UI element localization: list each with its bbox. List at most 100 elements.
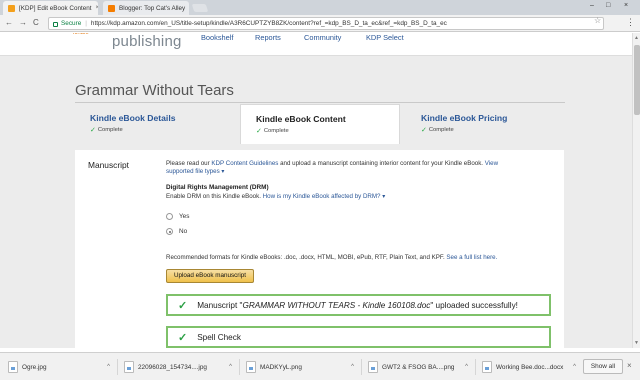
nav-bookshelf[interactable]: Bookshelf xyxy=(201,33,233,42)
forward-icon[interactable]: → xyxy=(19,18,27,27)
secure-label: Secure xyxy=(61,20,82,27)
kindle-logo-text: kindle xyxy=(73,33,89,36)
browser-tab-strip: [KDP] Edit eBook Content × Blogger: Top … xyxy=(0,0,640,15)
image-file-icon xyxy=(8,361,18,373)
new-tab-button[interactable] xyxy=(191,4,209,12)
download-filename: Ogre.jpg xyxy=(22,363,47,371)
minimize-window-icon[interactable]: – xyxy=(590,2,594,9)
scroll-up-icon[interactable]: ▲ xyxy=(634,35,639,41)
success-check-icon: ✓ xyxy=(178,299,188,312)
scrollbar-thumb[interactable] xyxy=(634,45,640,115)
close-tab-icon[interactable]: × xyxy=(95,5,98,11)
step-title: Kindle eBook Pricing xyxy=(421,113,508,123)
image-file-icon xyxy=(246,361,256,373)
step-status-text: Complete xyxy=(263,128,289,134)
content-guidelines-link[interactable]: KDP Content Guidelines xyxy=(211,160,278,167)
step-title: Kindle eBook Content xyxy=(256,114,346,124)
download-options-icon[interactable]: ^ xyxy=(465,364,468,370)
download-options-icon[interactable]: ^ xyxy=(229,364,232,370)
lock-icon xyxy=(53,22,58,27)
download-item[interactable]: 22096028_154734....jpg ^ xyxy=(124,359,236,375)
radio-button-selected[interactable] xyxy=(166,228,173,235)
upload-manuscript-button[interactable]: Upload eBook manuscript xyxy=(166,269,254,283)
page-title: Grammar Without Tears xyxy=(75,82,234,99)
success-filename: GRAMMAR WITHOUT TEARS - Kindle 160108.do… xyxy=(242,300,431,310)
drm-title: Digital Rights Management (DRM) xyxy=(166,184,269,191)
radio-button[interactable] xyxy=(166,213,173,220)
show-all-downloads-button[interactable]: Show all xyxy=(583,359,623,374)
spell-check-label: Spell Check xyxy=(197,332,241,342)
close-window-icon[interactable]: × xyxy=(624,2,628,9)
drm-text: Enable DRM on this Kindle eBook. xyxy=(166,193,263,200)
step-title: Kindle eBook Details xyxy=(90,113,176,123)
intro-text: and upload a manuscript containing inter… xyxy=(278,160,485,167)
step-ebook-pricing[interactable]: Kindle eBook Pricing ✓ Complete xyxy=(406,104,566,144)
full-format-list-link[interactable]: See a full list here. xyxy=(446,254,497,261)
manuscript-intro: Please read our KDP Content Guidelines a… xyxy=(166,160,526,176)
address-bar[interactable]: Secure | https://kdp.amazon.com/en_US/ti… xyxy=(48,17,604,30)
maximize-window-icon[interactable]: □ xyxy=(606,2,610,9)
success-text-post: " uploaded successfully! xyxy=(430,300,518,310)
check-icon: ✓ xyxy=(90,127,96,134)
download-item[interactable]: Ogre.jpg ^ xyxy=(8,359,114,375)
radio-label: Yes xyxy=(179,213,190,220)
browser-toolbar: ← → C Secure | https://kdp.amazon.com/en… xyxy=(0,15,640,32)
close-downloads-bar-icon[interactable]: × xyxy=(627,361,632,370)
radio-label: No xyxy=(179,228,188,235)
drm-description: Enable DRM on this Kindle eBook. How is … xyxy=(166,193,526,201)
back-icon[interactable]: ← xyxy=(5,18,13,27)
formats-text: Recommended formats for Kindle eBooks: .… xyxy=(166,254,447,261)
download-options-icon[interactable]: ^ xyxy=(107,364,110,370)
download-separator xyxy=(239,359,240,375)
manuscript-section-title: Manuscript xyxy=(88,160,129,170)
step-status-text: Complete xyxy=(97,127,123,133)
blogger-favicon-icon xyxy=(108,4,115,12)
recommended-formats: Recommended formats for Kindle eBooks: .… xyxy=(166,254,556,262)
kdp-header: kindle publishing Bookshelf Reports Comm… xyxy=(0,33,632,56)
download-options-icon[interactable]: ^ xyxy=(351,364,354,370)
step-status: ✓ Complete xyxy=(256,127,399,135)
image-file-icon xyxy=(368,361,378,373)
success-text-pre: Manuscript " xyxy=(197,300,243,310)
drm-option-no[interactable]: No xyxy=(166,228,187,235)
download-separator xyxy=(361,359,362,375)
tab-label: Blogger: Top Cat's Alley xyxy=(119,4,186,12)
check-icon: ✓ xyxy=(421,127,427,134)
reload-icon[interactable]: C xyxy=(33,18,39,27)
step-status: ✓ Complete xyxy=(90,126,237,134)
download-item[interactable]: Working Bee.doc...docx ^ xyxy=(482,359,578,375)
page-scrollbar[interactable]: ▲ ▼ xyxy=(632,33,640,348)
browser-menu-icon[interactable]: ⋮ xyxy=(626,17,635,28)
publishing-logo-text[interactable]: publishing xyxy=(112,33,182,50)
download-filename: MADKYyL.png xyxy=(260,363,302,371)
drm-info-link[interactable]: How is my Kindle eBook affected by DRM? … xyxy=(263,193,386,200)
tab-blogger[interactable]: Blogger: Top Cat's Alley × xyxy=(103,1,189,15)
download-item[interactable]: GWT2 & FSOG BA....png ^ xyxy=(368,359,472,375)
download-filename: GWT2 & FSOG BA....png xyxy=(382,363,455,371)
step-status: ✓ Complete xyxy=(421,126,566,134)
download-options-icon[interactable]: ^ xyxy=(573,364,576,370)
document-file-icon xyxy=(482,361,492,373)
nav-community[interactable]: Community xyxy=(304,33,341,42)
main-area: Grammar Without Tears Kindle eBook Detai… xyxy=(0,56,632,348)
url-text: https://kdp.amazon.com/en_US/title-setup… xyxy=(90,20,447,27)
step-ebook-details[interactable]: Kindle eBook Details ✓ Complete xyxy=(75,104,237,144)
scroll-down-icon[interactable]: ▼ xyxy=(634,340,639,346)
spell-check-panel[interactable]: ✓ Spell Check xyxy=(166,326,551,348)
intro-text: Please read our xyxy=(166,160,212,167)
nav-kdp-select[interactable]: KDP Select xyxy=(366,33,404,42)
amazon-favicon-icon xyxy=(8,4,15,12)
title-divider xyxy=(75,102,565,103)
nav-reports[interactable]: Reports xyxy=(255,33,281,42)
tab-kdp-edit-ebook[interactable]: [KDP] Edit eBook Content × xyxy=(3,1,98,15)
download-item[interactable]: MADKYyL.png ^ xyxy=(246,359,358,375)
bookmark-star-icon[interactable]: ☆ xyxy=(594,16,601,25)
drm-option-yes[interactable]: Yes xyxy=(166,213,189,220)
download-filename: Working Bee.doc...docx xyxy=(496,363,564,371)
url-separator: | xyxy=(85,20,87,27)
tab-label: [KDP] Edit eBook Content xyxy=(19,4,92,12)
check-icon: ✓ xyxy=(256,128,262,135)
download-separator xyxy=(117,359,118,375)
upload-success-message: ✓ Manuscript "GRAMMAR WITHOUT TEARS - Ki… xyxy=(166,294,551,316)
step-ebook-content[interactable]: Kindle eBook Content ✓ Complete xyxy=(240,104,400,144)
